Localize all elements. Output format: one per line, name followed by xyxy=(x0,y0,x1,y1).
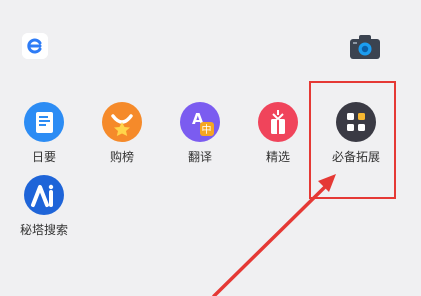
app-translate[interactable]: A 中 翻译 xyxy=(168,102,232,165)
browser-logo-icon[interactable] xyxy=(22,33,48,59)
app-featured[interactable]: 精选 xyxy=(246,102,310,165)
app-label: 购榜 xyxy=(109,150,134,164)
app-daily[interactable]: 日要 xyxy=(12,102,76,165)
app-label: 秘塔搜索 xyxy=(19,223,68,237)
camera-icon[interactable] xyxy=(348,33,382,61)
translate-icon: A 中 xyxy=(180,102,220,142)
app-label: 日要 xyxy=(31,150,56,164)
daily-news-icon xyxy=(24,102,64,142)
app-metaso-search[interactable]: 秘塔搜索 xyxy=(12,175,76,238)
highlight-box xyxy=(309,81,396,199)
app-label: 翻译 xyxy=(187,150,212,164)
svg-text:中: 中 xyxy=(202,123,212,136)
shopping-bag-icon xyxy=(102,102,142,142)
app-shopping-rank[interactable]: 购榜 xyxy=(90,102,154,165)
metaso-search-icon xyxy=(24,175,64,215)
gift-icon xyxy=(258,102,298,142)
app-label: 精选 xyxy=(265,150,290,164)
